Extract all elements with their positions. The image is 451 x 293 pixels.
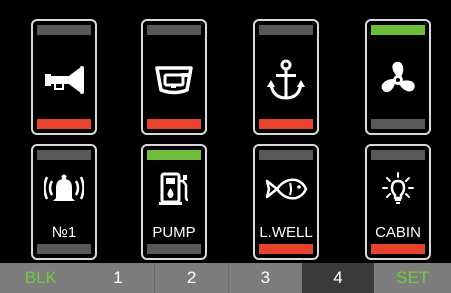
bell-top-indicator xyxy=(37,150,91,160)
fan-switch[interactable] xyxy=(365,19,431,135)
cabin-light-top-indicator xyxy=(371,150,425,160)
fan-top-indicator xyxy=(371,25,425,35)
anchor-top-indicator xyxy=(259,25,313,35)
horn-top-indicator xyxy=(37,25,91,35)
bell-label: №1 xyxy=(51,224,77,241)
blk-button[interactable]: BLK xyxy=(0,263,82,293)
light-bulb-icon xyxy=(367,164,429,214)
bottom-nav-bar: BLK 1 2 3 4 SET xyxy=(0,263,451,293)
page-1-button[interactable]: 1 xyxy=(81,263,156,293)
switch-panel-grid: №1 PUMP L.WELL CABIN xyxy=(0,0,451,260)
cabin-light-bottom-indicator xyxy=(371,244,425,254)
live-well-bottom-indicator xyxy=(259,244,313,254)
bell-switch[interactable]: №1 xyxy=(31,144,97,260)
fuel-pump-switch[interactable]: PUMP xyxy=(141,144,207,260)
bilge-pump-icon xyxy=(143,43,205,117)
anchor-switch[interactable] xyxy=(253,19,319,135)
fuel-pump-bottom-indicator xyxy=(147,244,201,254)
cabin-light-switch[interactable]: CABIN xyxy=(365,144,431,260)
cabin-light-label: CABIN xyxy=(375,224,421,241)
horn-bottom-indicator xyxy=(37,119,91,129)
set-button[interactable]: SET xyxy=(374,263,451,293)
page-3-button[interactable]: 3 xyxy=(228,263,302,293)
horn-switch[interactable] xyxy=(31,19,97,135)
fish-icon xyxy=(255,164,317,214)
live-well-switch[interactable]: L.WELL xyxy=(253,144,319,260)
live-well-top-indicator xyxy=(259,150,313,160)
horn-icon xyxy=(33,43,95,117)
live-well-label: L.WELL xyxy=(259,224,313,241)
fuel-pump-top-indicator xyxy=(147,150,201,160)
bell-icon xyxy=(33,164,95,214)
bell-bottom-indicator xyxy=(37,244,91,254)
anchor-bottom-indicator xyxy=(259,119,313,129)
bilge-pump-bottom-indicator xyxy=(147,119,201,129)
fuel-pump-icon xyxy=(143,164,205,214)
fan-icon xyxy=(367,43,429,117)
fan-bottom-indicator xyxy=(371,119,425,129)
fuel-pump-label: PUMP xyxy=(152,224,196,241)
page-4-button[interactable]: 4 xyxy=(301,263,375,293)
bilge-pump-top-indicator xyxy=(147,25,201,35)
anchor-icon xyxy=(255,43,317,117)
page-2-button[interactable]: 2 xyxy=(155,263,229,293)
bilge-pump-switch[interactable] xyxy=(141,19,207,135)
